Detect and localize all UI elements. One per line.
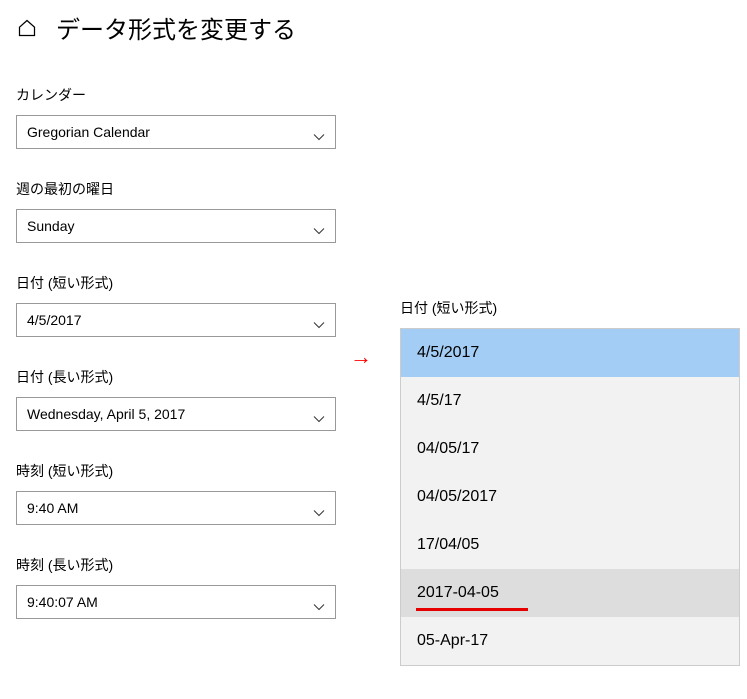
chevron-down-icon xyxy=(313,128,325,136)
short-date-select[interactable]: 4/5/2017 xyxy=(16,303,336,337)
short-date-value: 4/5/2017 xyxy=(27,312,82,328)
long-date-value: Wednesday, April 5, 2017 xyxy=(27,406,185,422)
first-day-select[interactable]: Sunday xyxy=(16,209,336,243)
dropdown-option-2[interactable]: 04/05/17 xyxy=(401,425,739,473)
first-day-field: 週の最初の曜日 Sunday xyxy=(16,179,731,243)
chevron-down-icon xyxy=(313,410,325,418)
dropdown-option-6[interactable]: 05-Apr-17 xyxy=(401,617,739,665)
chevron-down-icon xyxy=(313,222,325,230)
long-time-select[interactable]: 9:40:07 AM xyxy=(16,585,336,619)
short-time-value: 9:40 AM xyxy=(27,500,78,516)
first-day-value: Sunday xyxy=(27,218,74,234)
dropdown-option-label: 04/05/2017 xyxy=(417,488,497,506)
home-icon[interactable] xyxy=(16,17,38,39)
page-header: データ形式を変更する xyxy=(16,10,731,45)
calendar-value: Gregorian Calendar xyxy=(27,124,150,140)
chevron-down-icon xyxy=(313,598,325,606)
first-day-label: 週の最初の曜日 xyxy=(16,179,731,199)
calendar-field: カレンダー Gregorian Calendar xyxy=(16,85,731,149)
dropdown-option-label: 2017-04-05 xyxy=(417,584,499,602)
page-title: データ形式を変更する xyxy=(56,10,296,45)
chevron-down-icon xyxy=(313,504,325,512)
dropdown-option-3[interactable]: 04/05/2017 xyxy=(401,473,739,521)
arrow-right-icon: → xyxy=(350,344,372,370)
dropdown-option-label: 05-Apr-17 xyxy=(417,632,488,650)
dropdown-option-4[interactable]: 17/04/05 xyxy=(401,521,739,569)
calendar-label: カレンダー xyxy=(16,85,731,105)
chevron-down-icon xyxy=(313,316,325,324)
highlight-underline xyxy=(416,608,528,611)
dropdown-option-5[interactable]: 2017-04-05 xyxy=(401,569,739,617)
calendar-select[interactable]: Gregorian Calendar xyxy=(16,115,336,149)
short-date-label: 日付 (短い形式) xyxy=(16,273,731,293)
dropdown-option-0[interactable]: 4/5/2017 xyxy=(401,329,739,377)
dropdown-list: 4/5/2017 4/5/17 04/05/17 04/05/2017 17/0… xyxy=(400,328,740,666)
dropdown-option-label: 17/04/05 xyxy=(417,536,479,554)
dropdown-option-1[interactable]: 4/5/17 xyxy=(401,377,739,425)
dropdown-option-label: 4/5/2017 xyxy=(417,344,479,362)
short-time-select[interactable]: 9:40 AM xyxy=(16,491,336,525)
long-date-select[interactable]: Wednesday, April 5, 2017 xyxy=(16,397,336,431)
dropdown-option-label: 04/05/17 xyxy=(417,440,479,458)
short-date-dropdown-panel: 日付 (短い形式) 4/5/2017 4/5/17 04/05/17 04/05… xyxy=(400,298,740,666)
long-time-value: 9:40:07 AM xyxy=(27,594,98,610)
dropdown-label: 日付 (短い形式) xyxy=(400,298,740,318)
dropdown-option-label: 4/5/17 xyxy=(417,392,461,410)
